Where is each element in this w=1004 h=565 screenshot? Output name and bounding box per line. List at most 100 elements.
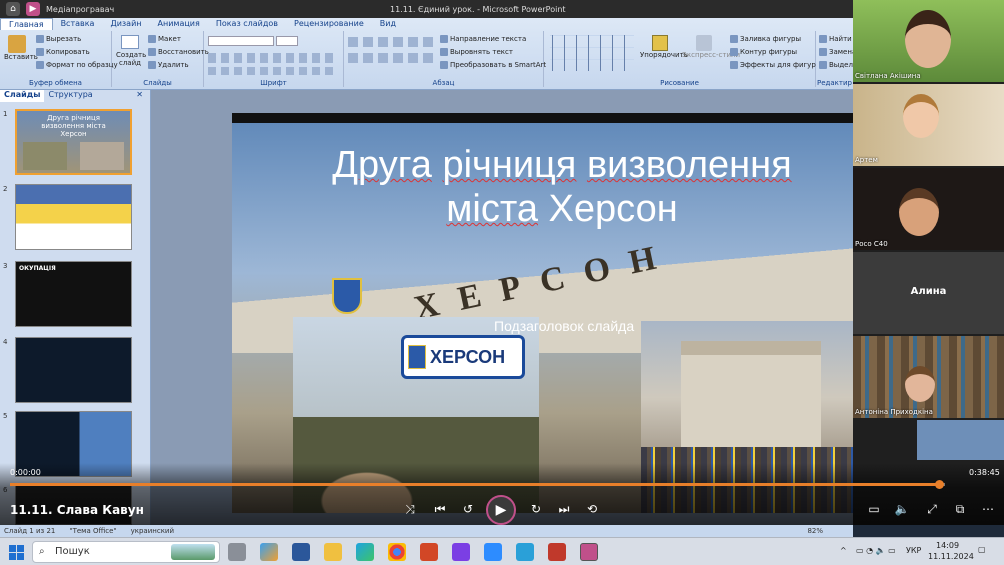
effects-icon <box>730 61 738 69</box>
clock-time[interactable]: 14:09 <box>936 541 959 550</box>
slide-subtitle[interactable]: Подзаголовок слайда <box>494 318 634 334</box>
task-view-icon[interactable] <box>228 543 246 561</box>
text-direction-button[interactable]: Направление текста <box>440 35 526 43</box>
telegram-icon[interactable] <box>516 543 534 561</box>
tab-slides[interactable]: Слайды <box>0 90 45 102</box>
slides-pane-tabs: Слайды Структура ✕ <box>0 90 151 102</box>
font-family-select[interactable] <box>208 36 274 46</box>
progress-bar[interactable] <box>10 480 945 489</box>
title-word: річниця <box>442 144 577 186</box>
notifications-icon[interactable]: ▢ <box>978 545 986 554</box>
total-time: 0:38:45 <box>969 468 1000 477</box>
next-icon[interactable]: ⏭ <box>556 501 572 517</box>
zoom-icon[interactable] <box>484 543 502 561</box>
tab-insert[interactable]: Вставка <box>53 18 103 30</box>
shapes-gallery[interactable] <box>550 35 634 71</box>
theater-building <box>681 341 821 451</box>
shuffle-icon[interactable]: ⤨ <box>402 501 418 517</box>
tab-home[interactable]: Главная <box>0 18 53 30</box>
more-options-icon[interactable]: ⋯ <box>980 501 996 517</box>
copilot-icon[interactable] <box>260 543 278 561</box>
close-pane-icon[interactable]: ✕ <box>132 90 147 99</box>
search-icon <box>819 35 827 43</box>
slide-thumbnail-4[interactable] <box>15 337 132 403</box>
captions-icon[interactable]: ▭ <box>866 501 882 517</box>
tab-view[interactable]: Вид <box>372 18 404 30</box>
participant-tile[interactable]: Антоніна Приходкіна <box>853 336 1004 418</box>
font-format-buttons[interactable] <box>208 53 338 63</box>
delete-slide-button[interactable]: Удалить <box>148 61 189 69</box>
quick-styles-button[interactable]: Экспресс-стили <box>682 35 740 59</box>
tab-review[interactable]: Рецензирование <box>286 18 372 30</box>
slide-thumbnail-1[interactable]: Друга річниця визволення міста Херсон <box>15 109 132 175</box>
reset-icon <box>148 48 156 56</box>
font-size-select[interactable] <box>276 36 298 46</box>
media-player-controls: 0:00:00 0:38:45 11.11. Слава Кавун ⤨ ⏮ ↺… <box>0 463 1004 525</box>
miniplayer-icon[interactable]: ⧉ <box>952 501 968 517</box>
shape-outline-button[interactable]: Контур фигуры <box>730 48 797 56</box>
volume-icon[interactable]: 🔈 <box>894 501 910 517</box>
previous-icon[interactable]: ⏮ <box>432 501 448 517</box>
windows-start-icon[interactable] <box>7 543 25 561</box>
participant-tile[interactable]: Алина <box>853 252 1004 334</box>
taskbar-search[interactable]: ⌕ Пошук <box>32 541 220 563</box>
word-icon[interactable] <box>292 543 310 561</box>
tab-outline[interactable]: Структура <box>44 90 96 102</box>
tab-slideshow[interactable]: Показ слайдов <box>208 18 286 30</box>
file-explorer-icon[interactable] <box>324 543 342 561</box>
tab-animation[interactable]: Анимация <box>150 18 208 30</box>
paste-button[interactable]: Вставить <box>4 35 38 61</box>
play-button[interactable]: ▶ <box>486 495 516 525</box>
app-icon[interactable] <box>548 543 566 561</box>
zoom-level[interactable]: 82% <box>807 527 823 535</box>
reset-button[interactable]: Восстановить <box>148 48 209 56</box>
format-painter-button[interactable]: Формат по образцу <box>36 61 118 69</box>
shape-effects-button[interactable]: Эффекты для фигур <box>730 61 816 69</box>
replace-button[interactable]: Замена <box>819 48 853 56</box>
forward-30-icon[interactable]: ↻ <box>528 501 544 517</box>
language-status[interactable]: украинский <box>131 527 174 535</box>
layout-button[interactable]: Макет <box>148 35 181 43</box>
repeat-off-icon[interactable]: ⟲ <box>584 501 600 517</box>
tray-icons[interactable]: ▭ ◔ 🔈 ▭ <box>856 546 896 555</box>
edge-icon[interactable] <box>356 543 374 561</box>
new-slide-button[interactable]: Создать слайд <box>116 35 146 67</box>
slide-title[interactable]: Друга річниця визволення міста Херсон <box>292 143 832 231</box>
viber-icon[interactable] <box>452 543 470 561</box>
font-effect-buttons[interactable] <box>208 67 338 75</box>
smartart-button[interactable]: Преобразовать в SmartArt <box>440 61 546 69</box>
media-player-taskbar-icon[interactable] <box>580 543 598 561</box>
align-text-button[interactable]: Выровнять текст <box>440 48 513 56</box>
fullscreen-icon[interactable]: ⤢ <box>924 501 940 517</box>
shape-fill-button[interactable]: Заливка фигуры <box>730 35 801 43</box>
outline-icon <box>730 48 738 56</box>
align-buttons[interactable] <box>348 53 436 63</box>
participant-face <box>905 366 935 402</box>
powerpoint-icon[interactable] <box>420 543 438 561</box>
tab-design[interactable]: Дизайн <box>102 18 149 30</box>
participant-tile[interactable]: Росо С40 <box>853 168 1004 250</box>
participant-tile[interactable]: Світлана Акішина <box>853 0 1004 82</box>
taskbar: ⌕ Пошук ^ ▭ ◔ 🔈 ▭ УКР 14:09 11.11.2024 ▢ <box>0 537 1004 565</box>
cut-button[interactable]: Вырезать <box>36 35 81 43</box>
rewind-10-icon[interactable]: ↺ <box>460 501 476 517</box>
progress-knob[interactable] <box>935 480 945 489</box>
current-slide[interactable]: ХЕРСОН Друга річниця визволення міста Хе… <box>232 113 853 513</box>
smartart-icon <box>440 61 448 69</box>
layout-icon <box>148 35 156 43</box>
home-icon[interactable]: ⌂ <box>6 2 20 16</box>
slide-thumbnail-2[interactable] <box>15 184 132 250</box>
copy-button[interactable]: Копировать <box>36 48 90 56</box>
select-button[interactable]: Выдели <box>819 61 853 69</box>
tray-chevron-icon[interactable]: ^ <box>840 546 847 555</box>
find-button[interactable]: Найти <box>819 35 852 43</box>
chrome-icon[interactable] <box>388 543 406 561</box>
slide-thumbnail-3[interactable]: ОКУПАЦІЯ <box>15 261 132 327</box>
list-buttons[interactable] <box>348 37 436 47</box>
arrange-button[interactable]: Упорядочить <box>640 35 688 59</box>
thumbnail-photo <box>80 142 124 170</box>
theme-name: "Тема Office" <box>69 527 117 535</box>
clock-date[interactable]: 11.11.2024 <box>928 552 974 561</box>
participant-tile[interactable]: Артем <box>853 84 1004 166</box>
keyboard-language[interactable]: УКР <box>906 546 921 555</box>
